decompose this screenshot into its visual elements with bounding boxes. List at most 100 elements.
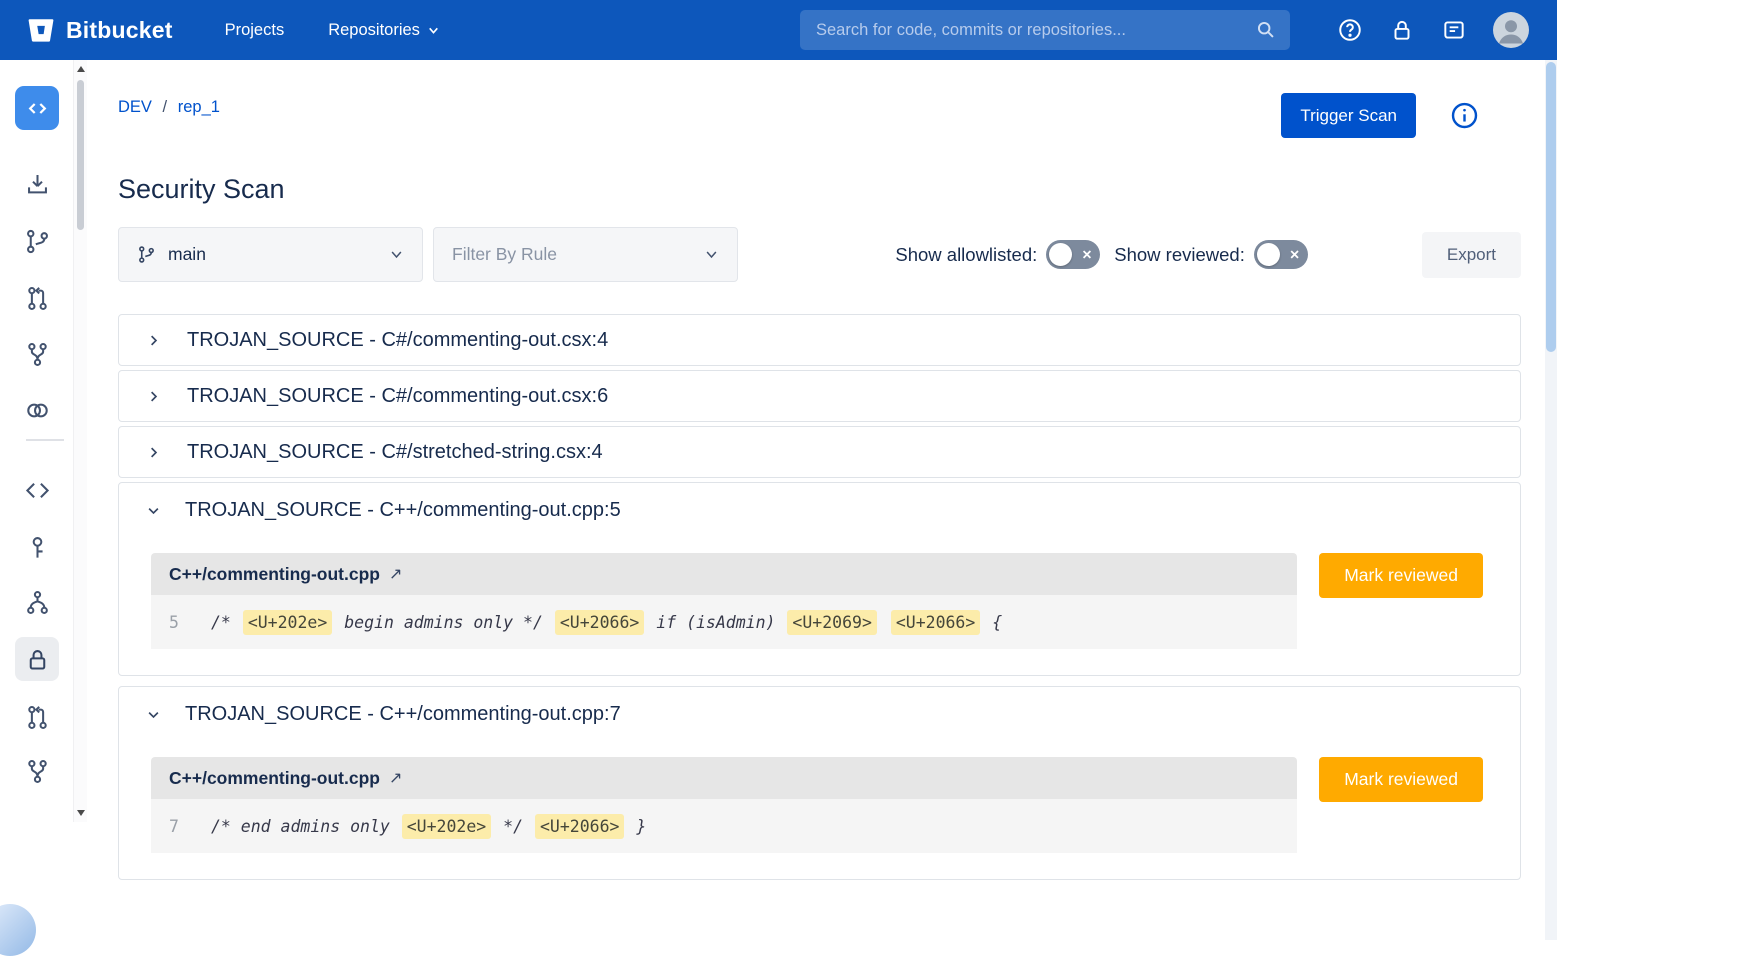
sidebar-item-fork-repo[interactable]	[15, 749, 59, 793]
bitbucket-home-link[interactable]: Bitbucket	[26, 15, 173, 45]
commit-icon	[24, 534, 51, 561]
chevron-down-icon	[389, 247, 404, 262]
help-button[interactable]	[1337, 17, 1363, 43]
page-scroll-thumb[interactable]	[1546, 62, 1556, 352]
show-allowlisted-label: Show allowlisted:	[895, 244, 1037, 266]
finding-title: TROJAN_SOURCE - C#/commenting-out.csx:6	[187, 385, 608, 408]
branch-select[interactable]: main	[118, 227, 423, 282]
sidebar-item-security-scan[interactable]	[15, 637, 59, 681]
info-button[interactable]	[1450, 101, 1479, 130]
sidebar-item-clone[interactable]	[15, 162, 59, 206]
chevron-down-icon	[427, 24, 440, 37]
sidebar-scrollbar[interactable]	[73, 60, 87, 822]
unicode-token: <U+202e>	[243, 610, 332, 635]
findings-list: TROJAN_SOURCE - C#/commenting-out.csx:4 …	[118, 314, 1521, 880]
nav-search	[800, 10, 1290, 50]
toggle-knob	[1049, 243, 1072, 266]
sidebar-item-graph[interactable]	[15, 580, 59, 624]
file-link[interactable]: C++/commenting-out.cpp ↗	[169, 768, 402, 789]
unicode-token: <U+202e>	[402, 814, 491, 839]
repo-code-icon	[24, 95, 51, 122]
line-number: 7	[169, 817, 187, 836]
toggle-off-icon: ✕	[1289, 247, 1299, 262]
sidebar-item-commits[interactable]	[15, 525, 59, 569]
breadcrumb-project-link[interactable]: DEV	[118, 98, 152, 116]
finding-expanded: TROJAN_SOURCE - C++/commenting-out.cpp:5…	[118, 482, 1521, 676]
clone-icon	[24, 171, 51, 198]
external-link-icon: ↗	[389, 768, 402, 788]
unicode-token: <U+2066>	[555, 610, 644, 635]
fork-icon	[24, 758, 51, 785]
toggle-knob	[1257, 243, 1280, 266]
mark-reviewed-button[interactable]: Mark reviewed	[1319, 553, 1483, 598]
chevron-right-icon	[146, 333, 161, 348]
breadcrumb-repo-link[interactable]: rep_1	[178, 98, 220, 116]
chevron-down-icon	[704, 247, 719, 262]
code-card: C++/commenting-out.cpp ↗ 7 /* end admins…	[151, 757, 1297, 853]
main-content: DEV / rep_1 Trigger Scan Security Scan m…	[90, 60, 1545, 940]
filter-by-rule-select[interactable]: Filter By Rule	[433, 227, 738, 282]
sidebar-item-branches[interactable]	[15, 219, 59, 263]
mark-reviewed-button[interactable]: Mark reviewed	[1319, 757, 1483, 802]
finding-header[interactable]: TROJAN_SOURCE - C++/commenting-out.cpp:5	[119, 483, 1520, 537]
filter-select-placeholder: Filter By Rule	[452, 244, 557, 265]
code-line: 5 /* <U+202e> begin admins only */ <U+20…	[151, 595, 1297, 649]
search-input[interactable]	[800, 10, 1290, 50]
top-nav: Bitbucket Projects Repositories	[0, 0, 1557, 60]
nav-projects[interactable]: Projects	[225, 21, 285, 40]
sidebar-item-source[interactable]	[15, 468, 59, 512]
branch-icon	[137, 245, 156, 264]
unicode-token: <U+2066>	[535, 814, 624, 839]
sidebar-item-compare[interactable]	[15, 388, 59, 432]
code-line: 7 /* end admins only <U+202e> */ <U+2066…	[151, 799, 1297, 853]
sidebar-item-forks[interactable]	[15, 332, 59, 376]
finding-header[interactable]: TROJAN_SOURCE - C++/commenting-out.cpp:7	[119, 687, 1520, 741]
search-icon	[1255, 19, 1276, 40]
code-card: C++/commenting-out.cpp ↗ 5 /* <U+202e> b…	[151, 553, 1297, 649]
code-card-header: C++/commenting-out.cpp ↗	[151, 553, 1297, 595]
sidebar-item-create-pull-request[interactable]	[15, 695, 59, 739]
show-allowlisted-toggle[interactable]: ✕	[1046, 240, 1100, 269]
trigger-scan-button[interactable]: Trigger Scan	[1281, 93, 1416, 138]
scroll-down-arrow[interactable]	[77, 810, 85, 816]
info-icon	[1450, 101, 1479, 130]
controls-row: main Filter By Rule Show allowlisted: ✕ …	[118, 227, 1521, 282]
scroll-up-arrow[interactable]	[77, 66, 85, 72]
pull-request-icon	[24, 285, 51, 312]
chevron-right-icon	[146, 389, 161, 404]
compare-circles-icon	[24, 397, 51, 424]
chevron-down-icon	[146, 503, 161, 518]
repo-avatar[interactable]	[15, 86, 59, 130]
feedback-button[interactable]	[1441, 17, 1467, 43]
sidebar-scroll-thumb[interactable]	[77, 80, 84, 230]
sidebar-item-pull-requests[interactable]	[15, 276, 59, 320]
page-scrollbar[interactable]	[1545, 60, 1557, 940]
brand-text: Bitbucket	[66, 17, 173, 44]
sidebar-divider	[26, 439, 64, 441]
fork-icon	[24, 341, 51, 368]
page-title: Security Scan	[118, 174, 1521, 205]
nav-repositories[interactable]: Repositories	[328, 21, 440, 40]
code-content: /* end admins only <U+202e> */ <U+2066> …	[211, 817, 646, 836]
finding-row[interactable]: TROJAN_SOURCE - C#/stretched-string.csx:…	[118, 426, 1521, 478]
finding-body: C++/commenting-out.cpp ↗ 5 /* <U+202e> b…	[151, 553, 1488, 649]
feedback-icon	[1441, 17, 1467, 43]
lock-icon	[1389, 17, 1415, 43]
file-link[interactable]: C++/commenting-out.cpp ↗	[169, 564, 402, 585]
security-lock-icon	[24, 646, 51, 673]
git-graph-icon	[24, 589, 51, 616]
filename: C++/commenting-out.cpp	[169, 768, 380, 789]
branch-icon	[24, 228, 51, 255]
export-button[interactable]: Export	[1422, 232, 1521, 278]
help-icon	[1337, 17, 1363, 43]
show-reviewed-toggle[interactable]: ✕	[1254, 240, 1308, 269]
user-avatar[interactable]	[1493, 12, 1529, 48]
chevron-down-icon	[146, 707, 161, 722]
finding-row[interactable]: TROJAN_SOURCE - C#/commenting-out.csx:4	[118, 314, 1521, 366]
finding-body: C++/commenting-out.cpp ↗ 7 /* end admins…	[151, 757, 1488, 853]
chevron-right-icon	[146, 445, 161, 460]
finding-row[interactable]: TROJAN_SOURCE - C#/commenting-out.csx:6	[118, 370, 1521, 422]
breadcrumb-separator: /	[163, 98, 168, 116]
admin-lock-button[interactable]	[1389, 17, 1415, 43]
code-content: /* <U+202e> begin admins only */ <U+2066…	[211, 613, 1002, 632]
